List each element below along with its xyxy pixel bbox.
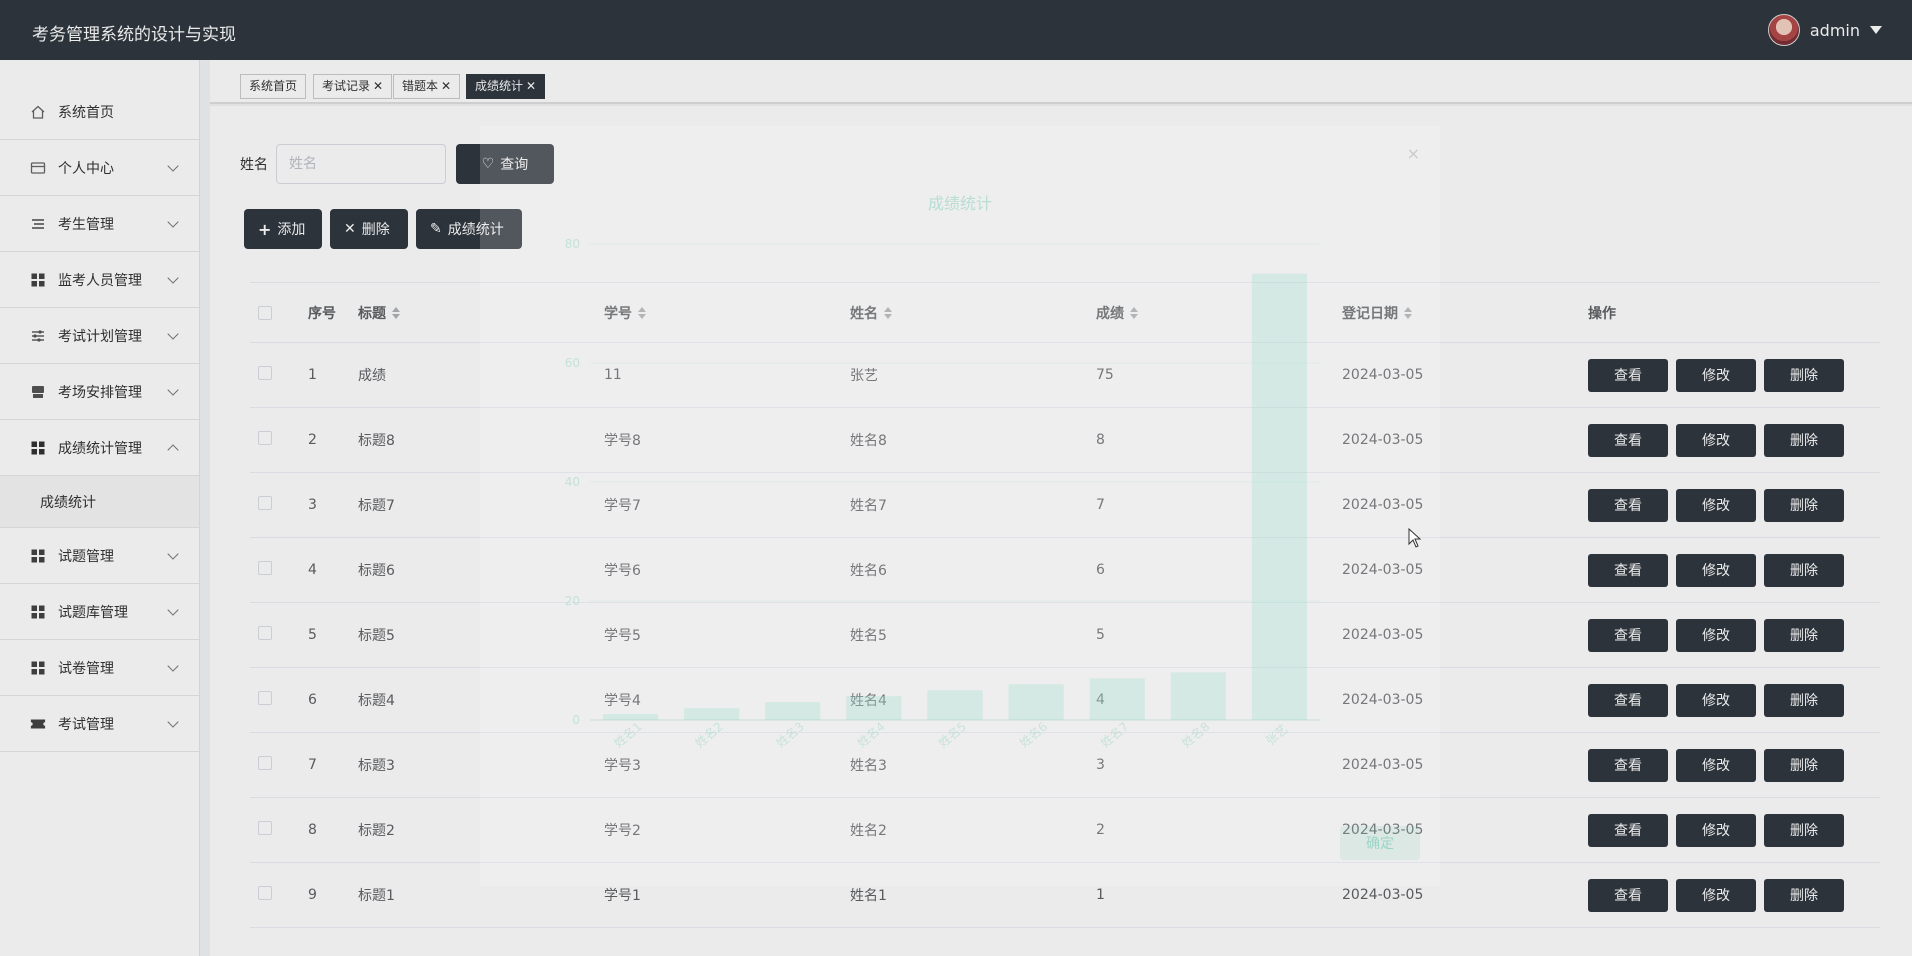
x-tick-label: 姓名7 — [1097, 719, 1131, 751]
y-tick-label: 60 — [565, 356, 580, 370]
score-bar-chart: 0 20 40 60 80 姓名1 姓名2 姓名3 姓名4 姓名5 姓名6 姓名7 姓名8 张艺 — [565, 237, 1320, 751]
y-tick-label: 20 — [565, 594, 580, 608]
bar-3 — [846, 696, 902, 720]
bar-5 — [1008, 684, 1064, 720]
x-tick-label: 张艺 — [1263, 722, 1290, 748]
bar-8 — [1251, 273, 1308, 720]
x-tick-label: 姓名8 — [1179, 719, 1213, 751]
bar-4 — [927, 690, 983, 720]
bar-0 — [602, 714, 659, 720]
x-tick-label: 姓名5 — [935, 719, 969, 751]
x-tick-label: 姓名3 — [773, 719, 807, 751]
x-tick-label: 姓名6 — [1016, 719, 1050, 751]
mouse-cursor-icon — [1408, 528, 1422, 548]
bar-1 — [684, 708, 740, 720]
bar-6 — [1089, 678, 1145, 720]
x-tick-label: 姓名1 — [611, 719, 645, 751]
score-stats-dialog: × 成绩统计 0 20 40 60 80 姓名1 姓名2 姓名3 姓名4 姓名5 姓名6 姓名7 姓名8… — [480, 126, 1440, 886]
bar-7 — [1170, 672, 1226, 720]
x-tick-label: 姓名2 — [692, 719, 726, 751]
y-tick-label: 40 — [565, 475, 580, 489]
y-tick-label: 80 — [565, 237, 580, 251]
dialog-ok-button[interactable]: 确定 — [1340, 826, 1420, 860]
y-tick-label: 0 — [572, 713, 580, 727]
x-tick-label: 姓名4 — [854, 719, 888, 751]
bar-2 — [765, 702, 821, 720]
